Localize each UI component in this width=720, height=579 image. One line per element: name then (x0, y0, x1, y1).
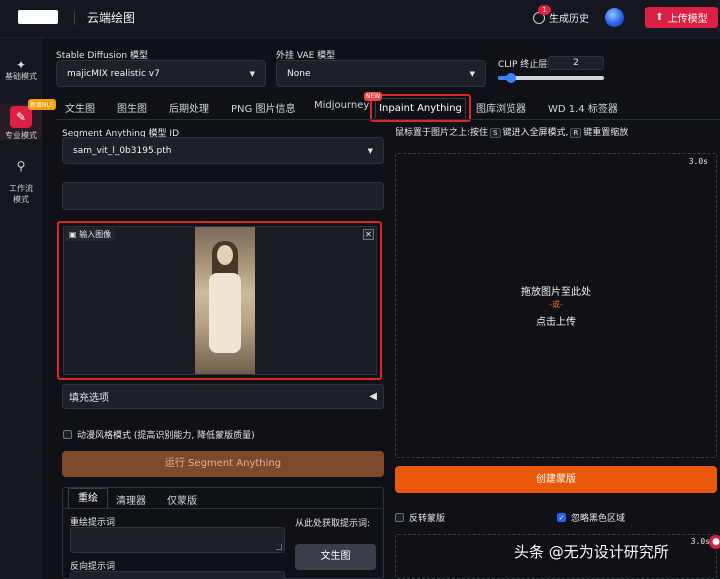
history-badge: 1 (538, 5, 551, 15)
invert-mask-label: 反转蒙版 (409, 514, 446, 524)
upload-model-label: 上传模型 (667, 14, 708, 25)
tab-extras[interactable]: 后期处理 (169, 100, 209, 115)
sidebar-item-label: 工作流 模式 (9, 184, 33, 204)
ignore-black-checkbox[interactable]: ✓ (557, 513, 566, 522)
chevron-down-icon: ▼ (469, 69, 475, 78)
sidebar-item-workflow[interactable]: ⚲ 工作流 模式 (0, 150, 42, 205)
run-segment-anything-button[interactable]: 运行 Segment Anything (62, 451, 384, 477)
corner-badge: ● (709, 535, 720, 549)
prompt-textarea[interactable] (70, 527, 285, 553)
fetch-prompt-label: 从此处获取提示词: (295, 519, 371, 529)
key-r: R (570, 128, 582, 138)
clip-input[interactable]: 2 (548, 56, 604, 70)
new-tag: NEW (364, 92, 383, 101)
anime-mode-checkbox[interactable] (63, 430, 72, 439)
sidebar-item-label: 专业模式 (5, 131, 37, 140)
subtab-cleaner[interactable]: 清理器 (116, 492, 146, 507)
timer: 3.0s (690, 537, 710, 546)
anime-mode-label: 动漫风格模式 (提高识别能力, 降低蒙版质量) (77, 431, 255, 441)
divider (56, 119, 720, 120)
image-dropzone[interactable]: 3.0s 拖放图片至此处 -或- 点击上传 (395, 153, 717, 458)
hint-text: 鼠标置于图片之上:按住 S 键进入全屏模式, R 键重置缩放 (395, 125, 628, 138)
fill-options-label: 填充选项 (69, 393, 109, 404)
image-tag: ▣ 输入图像 (65, 228, 116, 241)
ignore-black-label: 忽略黑色区域 (571, 514, 626, 524)
hint-mid: 键进入全屏模式, (502, 128, 569, 138)
divider (74, 11, 75, 25)
image-icon: ▣ (69, 230, 77, 239)
ignore-black-option[interactable]: ✓ 忽略黑色区域 (557, 511, 625, 524)
vae-select[interactable]: None ▼ (276, 60, 486, 87)
slider-thumb[interactable] (505, 73, 516, 83)
click-upload-text[interactable]: 点击上传 (396, 313, 716, 328)
tab-png-info[interactable]: PNG 图片信息 (231, 100, 295, 115)
upload-icon: ⬆ (655, 12, 664, 23)
invert-mask-option[interactable]: 反转蒙版 (395, 511, 445, 524)
caret-left-icon: ◀ (369, 391, 377, 402)
tab-inpaint-anything[interactable]: Inpaint Anything (370, 94, 471, 122)
fill-options-accordion[interactable]: 填充选项 ◀ (62, 384, 384, 409)
top-bar: 云端绘图 生成历史 1 ⬆ 上传模型 (0, 0, 720, 38)
photo-face (217, 245, 233, 265)
logo (18, 10, 58, 24)
hint-prefix: 鼠标置于图片之上:按住 (395, 128, 489, 138)
tab-txt2img[interactable]: 文生图 (65, 100, 95, 115)
negative-prompt-textarea[interactable] (70, 571, 285, 579)
input-image-panel[interactable]: ▣ 输入图像 ✕ (57, 221, 382, 380)
vae-value: None (287, 68, 311, 79)
sd-model-select[interactable]: majicMIX realistic v7 ▼ (56, 60, 266, 87)
image-canvas[interactable]: ▣ 输入图像 ✕ (63, 226, 377, 375)
sidebar: ✦ 基础模式 ✎ 专业模式 ⚲ 工作流 模式 (0, 38, 42, 579)
sparkle-icon: ✦ (15, 58, 27, 72)
tab-label: Inpaint Anything (375, 98, 466, 118)
image-tag-label: 输入图像 (79, 230, 112, 239)
hint-suffix: 键重置缩放 (583, 128, 629, 138)
clip-slider[interactable] (498, 73, 604, 83)
fetch-txt2img-button[interactable]: 文生图 (295, 544, 376, 570)
watermark: 头条 @无为设计研究所 (514, 543, 669, 561)
drop-or: -或- (549, 300, 563, 309)
history-label: 生成历史 (549, 14, 589, 25)
tab-midjourney[interactable]: Midjourney (314, 100, 369, 111)
divider (63, 508, 385, 509)
app-title: 云端绘图 (87, 11, 136, 25)
sam-model-value: sam_vit_l_0b3195.pth (73, 145, 172, 156)
drop-text: 拖放图片至此处 (521, 287, 591, 298)
sd-model-value: majicMIX realistic v7 (67, 68, 160, 79)
sidebar-item-label: 基础模式 (5, 72, 37, 81)
timer: 3.0s (688, 157, 708, 166)
new-badge: 新增NLE (28, 99, 56, 110)
tab-wd-tagger[interactable]: WD 1.4 标签器 (548, 100, 618, 115)
sidebar-item-basic[interactable]: ✦ 基础模式 (0, 58, 42, 82)
sam-model-select[interactable]: sam_vit_l_0b3195.pth ▼ (62, 137, 384, 164)
upload-model-button[interactable]: ⬆ 上传模型 (645, 7, 718, 28)
subtab-inpaint[interactable]: 重绘 (68, 488, 108, 508)
subtab-mask-only[interactable]: 仅蒙版 (167, 492, 197, 507)
tab-img2img[interactable]: 图生图 (117, 100, 147, 115)
input-photo (195, 227, 255, 374)
photo-dress (209, 273, 241, 353)
tab-gallery[interactable]: 图库浏览器 (476, 100, 526, 115)
anime-mode-option[interactable]: 动漫风格模式 (提高识别能力, 降低蒙版质量) (63, 428, 255, 441)
resize-handle[interactable] (276, 544, 282, 550)
invert-mask-checkbox[interactable] (395, 513, 404, 522)
avatar[interactable] (605, 8, 624, 27)
create-mask-button[interactable]: 创建蒙版 (395, 466, 717, 493)
tab-bar: 文生图 图生图 后期处理 PNG 图片信息 Midjourney Inpaint… (56, 92, 720, 122)
chevron-down-icon: ▼ (367, 146, 373, 155)
close-icon[interactable]: ✕ (363, 229, 374, 240)
chevron-down-icon: ▼ (249, 69, 255, 78)
workflow-icon: ⚲ (16, 159, 26, 173)
status-box (62, 182, 384, 210)
app-window: 云端绘图 生成历史 1 ⬆ 上传模型 ✦ 基础模式 ✎ 专业模式 ⚲ 工作流 模… (0, 0, 720, 579)
key-s: S (490, 128, 501, 138)
